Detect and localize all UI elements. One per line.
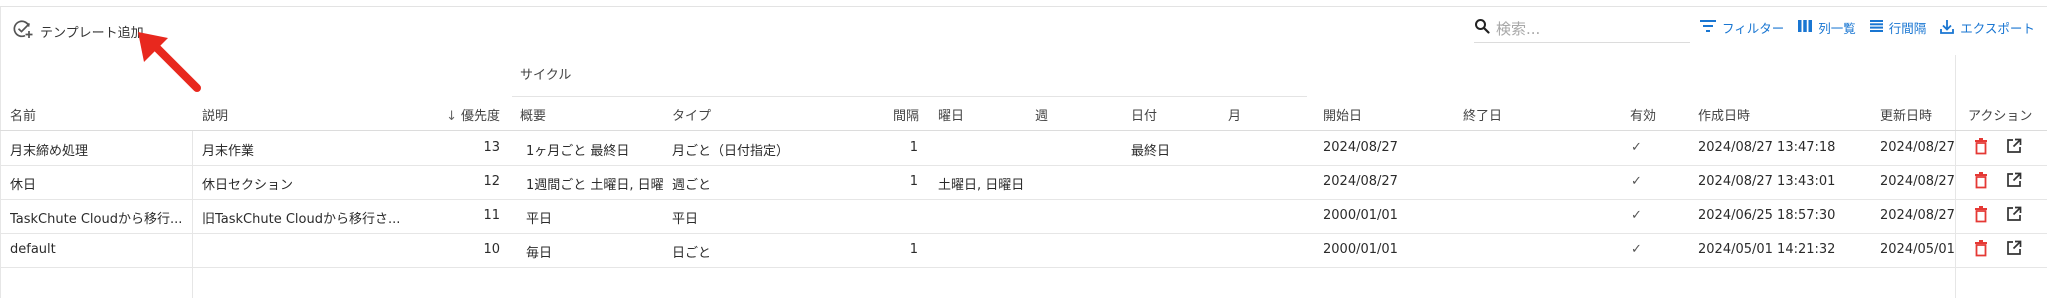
cell-weekday: 土曜日, 日曜日 (938, 178, 1025, 193)
table-row[interactable]: 休日 休日セクション 12 1週間ごと 土曜日, 日曜 週ごと 1 土曜日, 日… (0, 165, 2047, 200)
cycle-column-group: サイクル (512, 62, 1307, 97)
check-icon: ✓ (1631, 174, 1642, 189)
open-external-icon[interactable] (2006, 138, 2022, 155)
row-actions (1974, 138, 2022, 155)
filter-button[interactable]: フィルター (1700, 18, 1784, 37)
search-input[interactable]: 検索... (1496, 18, 1540, 39)
cell-description: 休日セクション (202, 178, 294, 193)
cell-updated-at: 2024/08/27 (1880, 140, 1955, 155)
delete-icon[interactable] (1974, 172, 1988, 189)
cell-name: default (10, 242, 56, 257)
download-icon (1940, 19, 1955, 37)
cell-description: 月末作業 (202, 144, 255, 159)
filter-label: フィルター (1722, 21, 1785, 36)
open-external-icon[interactable] (2006, 206, 2022, 223)
density-label: 行間隔 (1888, 21, 1927, 36)
column-header-interval[interactable]: 間隔 (893, 105, 919, 124)
cell-priority: 11 (483, 208, 500, 223)
add-template-label: テンプレート追加 (40, 25, 144, 41)
table-row[interactable]: TaskChute Cloudから移行... 旧TaskChute Cloudか… (0, 199, 2047, 234)
cell-updated-at: 2024/08/27 (1880, 174, 1955, 189)
cell-start-date: 2024/08/27 (1323, 174, 1398, 189)
cell-priority: 12 (483, 174, 500, 189)
cell-type: 週ごと (672, 178, 712, 193)
columns-icon (1798, 20, 1813, 35)
density-button[interactable]: 行間隔 (1869, 18, 1927, 37)
row-actions (1974, 206, 2022, 223)
group-header-row: サイクル (0, 62, 2047, 97)
columns-label: 列一覧 (1818, 21, 1856, 36)
column-header-priority[interactable]: ↓ 優先度 (440, 105, 500, 124)
cell-created-at: 2024/08/27 13:43:01 (1698, 174, 1836, 189)
cell-interval: 1 (909, 174, 918, 189)
column-header-description[interactable]: 説明 (202, 105, 228, 124)
open-external-icon[interactable] (2006, 172, 2022, 189)
open-external-icon[interactable] (2006, 240, 2022, 257)
cell-start-date: 2024/08/27 (1323, 140, 1398, 155)
cell-summary: 平日 (526, 212, 553, 227)
column-header-weekday[interactable]: 曜日 (938, 105, 964, 124)
cell-created-at: 2024/05/01 14:21:32 (1698, 242, 1836, 257)
row-actions (1974, 240, 2022, 257)
column-header-start-date[interactable]: 開始日 (1323, 105, 1362, 124)
add-circle-check-icon (12, 18, 34, 44)
cell-type: 月ごと（日付指定） (672, 144, 790, 159)
delete-icon[interactable] (1974, 240, 1988, 257)
sort-descending-icon[interactable]: ↓ (446, 109, 457, 124)
cell-description: 旧TaskChute Cloudから移行さ... (202, 212, 401, 227)
cell-updated-at: 2024/08/27 (1880, 208, 1955, 223)
grid-toolbar: フィルター 列一覧 行間隔 エクスポート (1700, 18, 2035, 37)
cycle-group-label: サイクル (520, 68, 572, 83)
export-button[interactable]: エクスポート (1940, 18, 2035, 37)
table-row[interactable]: 月末締め処理 月末作業 13 1ヶ月ごと 最終日 月ごと（日付指定） 1 最終日… (0, 131, 2047, 166)
column-header-month[interactable]: 月 (1228, 105, 1241, 124)
cell-priority: 13 (483, 140, 500, 155)
export-label: エクスポート (1960, 21, 2035, 36)
cell-name: TaskChute Cloudから移行... (10, 212, 183, 227)
column-header-summary[interactable]: 概要 (520, 105, 546, 124)
column-header-end-date[interactable]: 終了日 (1463, 105, 1502, 124)
cell-created-at: 2024/06/25 18:57:30 (1698, 208, 1836, 223)
column-header-actions: アクション (1968, 109, 2033, 124)
add-template-button[interactable]: テンプレート追加 (12, 18, 144, 44)
columns-button[interactable]: 列一覧 (1798, 18, 1856, 37)
cell-start-date: 2000/01/01 (1323, 208, 1398, 223)
cell-day: 最終日 (1131, 144, 1171, 159)
cell-interval: 1 (909, 140, 918, 155)
cell-name: 月末締め処理 (10, 144, 89, 159)
cell-summary: 1週間ごと 土曜日, 日曜 (526, 178, 664, 193)
cell-created-at: 2024/08/27 13:47:18 (1698, 140, 1836, 155)
check-icon: ✓ (1631, 208, 1642, 223)
search-icon (1474, 18, 1490, 38)
check-icon: ✓ (1631, 140, 1642, 155)
cell-priority: 10 (483, 242, 500, 257)
row-actions (1974, 172, 2022, 189)
search-box[interactable]: 検索... (1474, 14, 1690, 43)
cell-summary: 毎日 (526, 246, 553, 261)
check-icon: ✓ (1631, 242, 1642, 257)
column-header-week[interactable]: 週 (1035, 105, 1048, 124)
cell-type: 日ごと (672, 246, 712, 261)
cell-updated-at: 2024/05/01 (1880, 242, 1955, 257)
cell-interval: 1 (909, 242, 918, 257)
cell-summary: 1ヶ月ごと 最終日 (526, 144, 630, 159)
table-row[interactable]: default 10 毎日 日ごと 1 2000/01/01 ✓ 2024/05… (0, 233, 2047, 268)
column-header-day[interactable]: 日付 (1131, 105, 1157, 124)
filter-icon (1700, 19, 1716, 36)
column-header-enabled[interactable]: 有効 (1630, 105, 1656, 124)
column-header-updated-at[interactable]: 更新日時 (1880, 105, 1932, 124)
cell-type: 平日 (672, 212, 699, 227)
column-header-type[interactable]: タイプ (672, 105, 711, 124)
column-header-name[interactable]: 名前 (10, 105, 36, 124)
delete-icon[interactable] (1974, 138, 1988, 155)
delete-icon[interactable] (1974, 206, 1988, 223)
cell-start-date: 2000/01/01 (1323, 242, 1398, 257)
priority-header-label: 優先度 (460, 109, 500, 124)
density-icon (1869, 20, 1883, 35)
cell-name: 休日 (10, 178, 37, 193)
table-header-row: 名前 説明 ↓ 優先度 概要 タイプ 間隔 曜日 週 日付 月 開始日 終了日 有… (0, 96, 2047, 131)
column-header-created-at[interactable]: 作成日時 (1698, 105, 1750, 124)
